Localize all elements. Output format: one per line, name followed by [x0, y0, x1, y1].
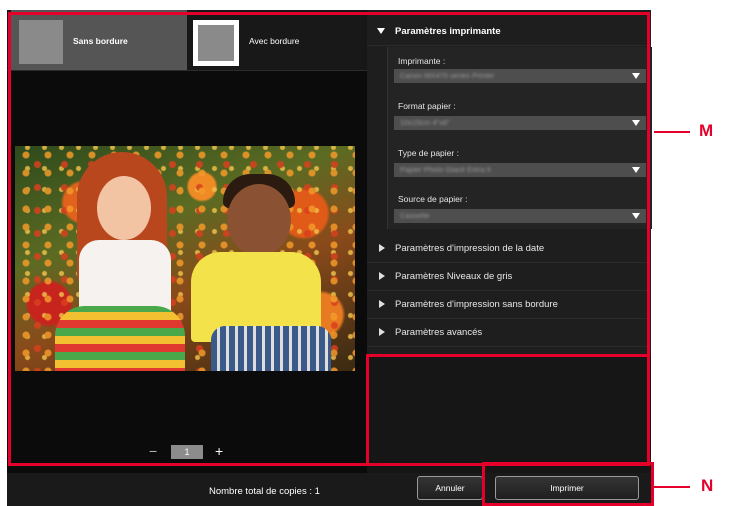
section-date-print-label: Paramètres d'impression de la date: [395, 243, 545, 254]
bottom-bar: Nombre total de copies : 1 Annuler Impri…: [7, 473, 651, 506]
printer-select-value: Canon MX470 series Printer: [400, 71, 495, 80]
callout-n-label: N: [701, 476, 714, 495]
section-borderless-print-settings[interactable]: Paramètres d'impression sans bordure: [367, 291, 651, 319]
increase-copies-button[interactable]: +: [215, 443, 223, 459]
photo-boy-face: [227, 184, 291, 256]
paper-size-select[interactable]: 10x15cm 4"x6": [394, 116, 646, 130]
tab-borderless[interactable]: Sans bordure: [11, 10, 187, 70]
tab-borderless-label: Sans bordure: [73, 36, 128, 46]
copies-count-field[interactable]: 1: [171, 445, 203, 459]
chevron-down-icon: [632, 120, 640, 126]
section-advanced-label: Paramètres avancés: [395, 327, 483, 338]
copies-stepper: − 1 +: [147, 443, 227, 460]
paper-source-select[interactable]: Cassette: [394, 209, 646, 223]
section-advanced-settings[interactable]: Paramètres avancés: [367, 319, 651, 347]
settings-list: Paramètres imprimante Imprimante : Canon…: [367, 10, 652, 355]
collapsed-arrow-icon: [379, 328, 385, 336]
settings-panel: Paramètres imprimante Imprimante : Canon…: [367, 10, 652, 473]
printer-settings-fields: Imprimante : Canon MX470 series Printer …: [387, 47, 652, 229]
media-type-label: Type de papier :: [398, 148, 459, 158]
printer-label: Imprimante :: [398, 56, 446, 66]
media-type-select[interactable]: Papier Photo Glacé Extra II: [394, 163, 646, 177]
collapsed-arrow-icon: [379, 244, 385, 252]
section-printer-settings-label: Paramètres imprimante: [395, 26, 501, 37]
layout-tabbar: Sans bordure Avec bordure: [7, 10, 367, 71]
callout-n-leader-line: [654, 486, 690, 488]
callout-m-label: M: [699, 121, 714, 140]
photo-girl-face: [97, 176, 151, 240]
section-borderless-print-label: Paramètres d'impression sans bordure: [395, 299, 558, 310]
section-grayscale-settings[interactable]: Paramètres Niveaux de gris: [367, 263, 651, 291]
tab-bordered-label: Avec bordure: [249, 36, 300, 46]
total-copies-text: Nombre total de copies : 1: [209, 486, 320, 497]
callout-m-leader-line: [654, 131, 690, 133]
borderless-layout-icon: [19, 20, 63, 64]
tab-bordered[interactable]: Avec bordure: [187, 10, 363, 70]
paper-size-select-value: 10x15cm 4"x6": [400, 118, 450, 127]
section-date-print-settings[interactable]: Paramètres d'impression de la date: [367, 235, 651, 263]
paper-source-select-value: Cassette: [400, 211, 430, 220]
section-printer-settings[interactable]: Paramètres imprimante: [367, 18, 651, 46]
printer-select[interactable]: Canon MX470 series Printer: [394, 69, 646, 83]
collapsed-arrow-icon: [379, 272, 385, 280]
photo-girl-legs: [55, 306, 185, 371]
decrease-copies-button[interactable]: −: [149, 443, 157, 459]
cancel-button[interactable]: Annuler: [417, 476, 483, 500]
print-button[interactable]: Imprimer: [495, 476, 639, 500]
preview-panel: Sans bordure Avec bordure − 1 +: [7, 10, 367, 473]
expanded-arrow-icon: [377, 28, 385, 34]
photo-preview: [15, 146, 355, 371]
photo-boy-shorts: [211, 326, 331, 371]
chevron-down-icon: [632, 213, 640, 219]
paper-source-label: Source de papier :: [398, 194, 468, 204]
print-settings-window: Sans bordure Avec bordure − 1 + Paramètr…: [7, 10, 652, 506]
collapsed-arrow-icon: [379, 300, 385, 308]
section-grayscale-label: Paramètres Niveaux de gris: [395, 271, 513, 282]
chevron-down-icon: [632, 167, 640, 173]
bordered-layout-icon: [193, 20, 239, 66]
paper-size-label: Format papier :: [398, 101, 456, 111]
chevron-down-icon: [632, 73, 640, 79]
media-type-select-value: Papier Photo Glacé Extra II: [400, 165, 491, 174]
